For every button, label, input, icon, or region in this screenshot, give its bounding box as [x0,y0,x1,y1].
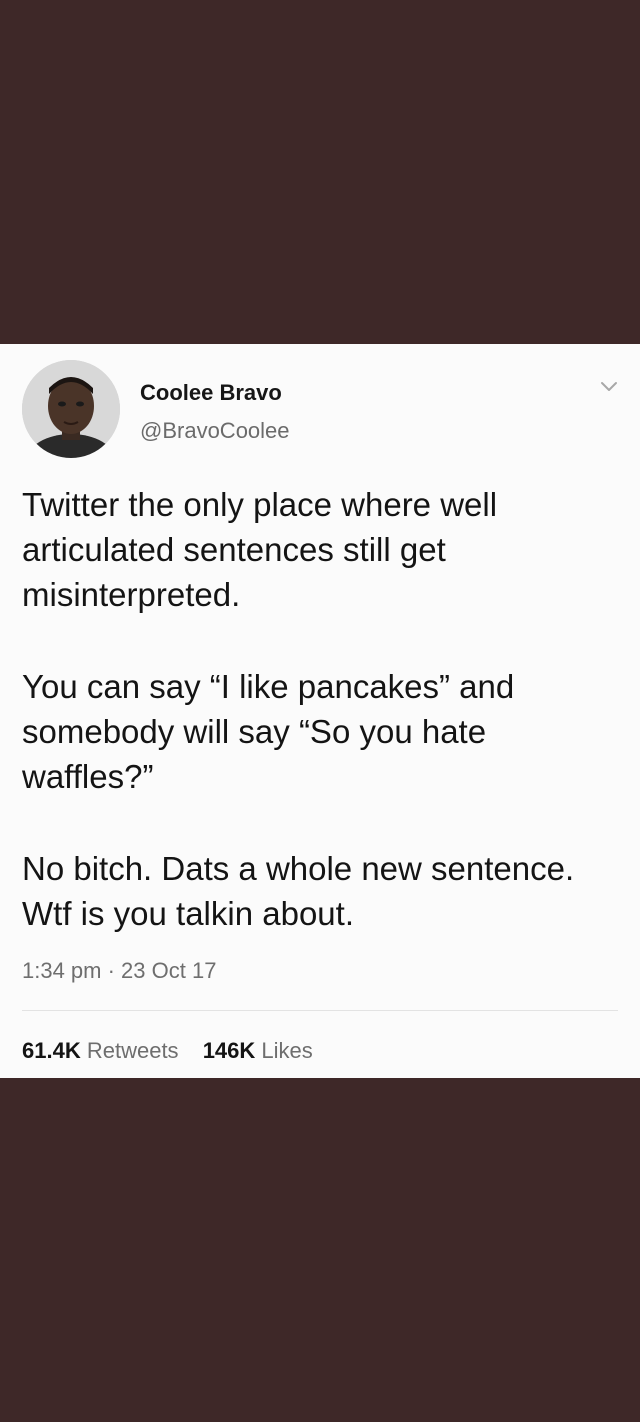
tweet-paragraph: Twitter the only place where well articu… [22,486,498,613]
tweet-paragraph: You can say “I like pancakes” and somebo… [22,668,515,795]
tweet-card: Coolee Bravo @BravoCoolee Twitter the on… [0,344,640,1078]
likes-stat[interactable]: 146K Likes [203,1038,313,1064]
chevron-down-icon[interactable] [596,376,622,396]
retweets-stat[interactable]: 61.4K Retweets [22,1038,179,1064]
display-name[interactable]: Coolee Bravo [140,380,282,406]
likes-count: 146K [202,1038,256,1063]
tweet-text: Twitter the only place where well articu… [22,482,622,936]
avatar-photo [22,360,120,458]
tweet-timestamp[interactable]: 1:34 pm · 23 Oct 17 [22,958,216,984]
divider [22,1010,618,1011]
tweet-stats: 61.4K Retweets 146K Likes [22,1038,313,1064]
tweet-paragraph: No bitch. Dats a whole new sentence. Wtf… [22,850,575,932]
avatar[interactable] [22,360,120,458]
page: Coolee Bravo @BravoCoolee Twitter the on… [0,0,640,1422]
retweets-count: 61.4K [22,1038,81,1063]
likes-label: Likes [261,1038,313,1063]
user-handle[interactable]: @BravoCoolee [140,418,290,444]
retweets-label: Retweets [86,1038,179,1063]
